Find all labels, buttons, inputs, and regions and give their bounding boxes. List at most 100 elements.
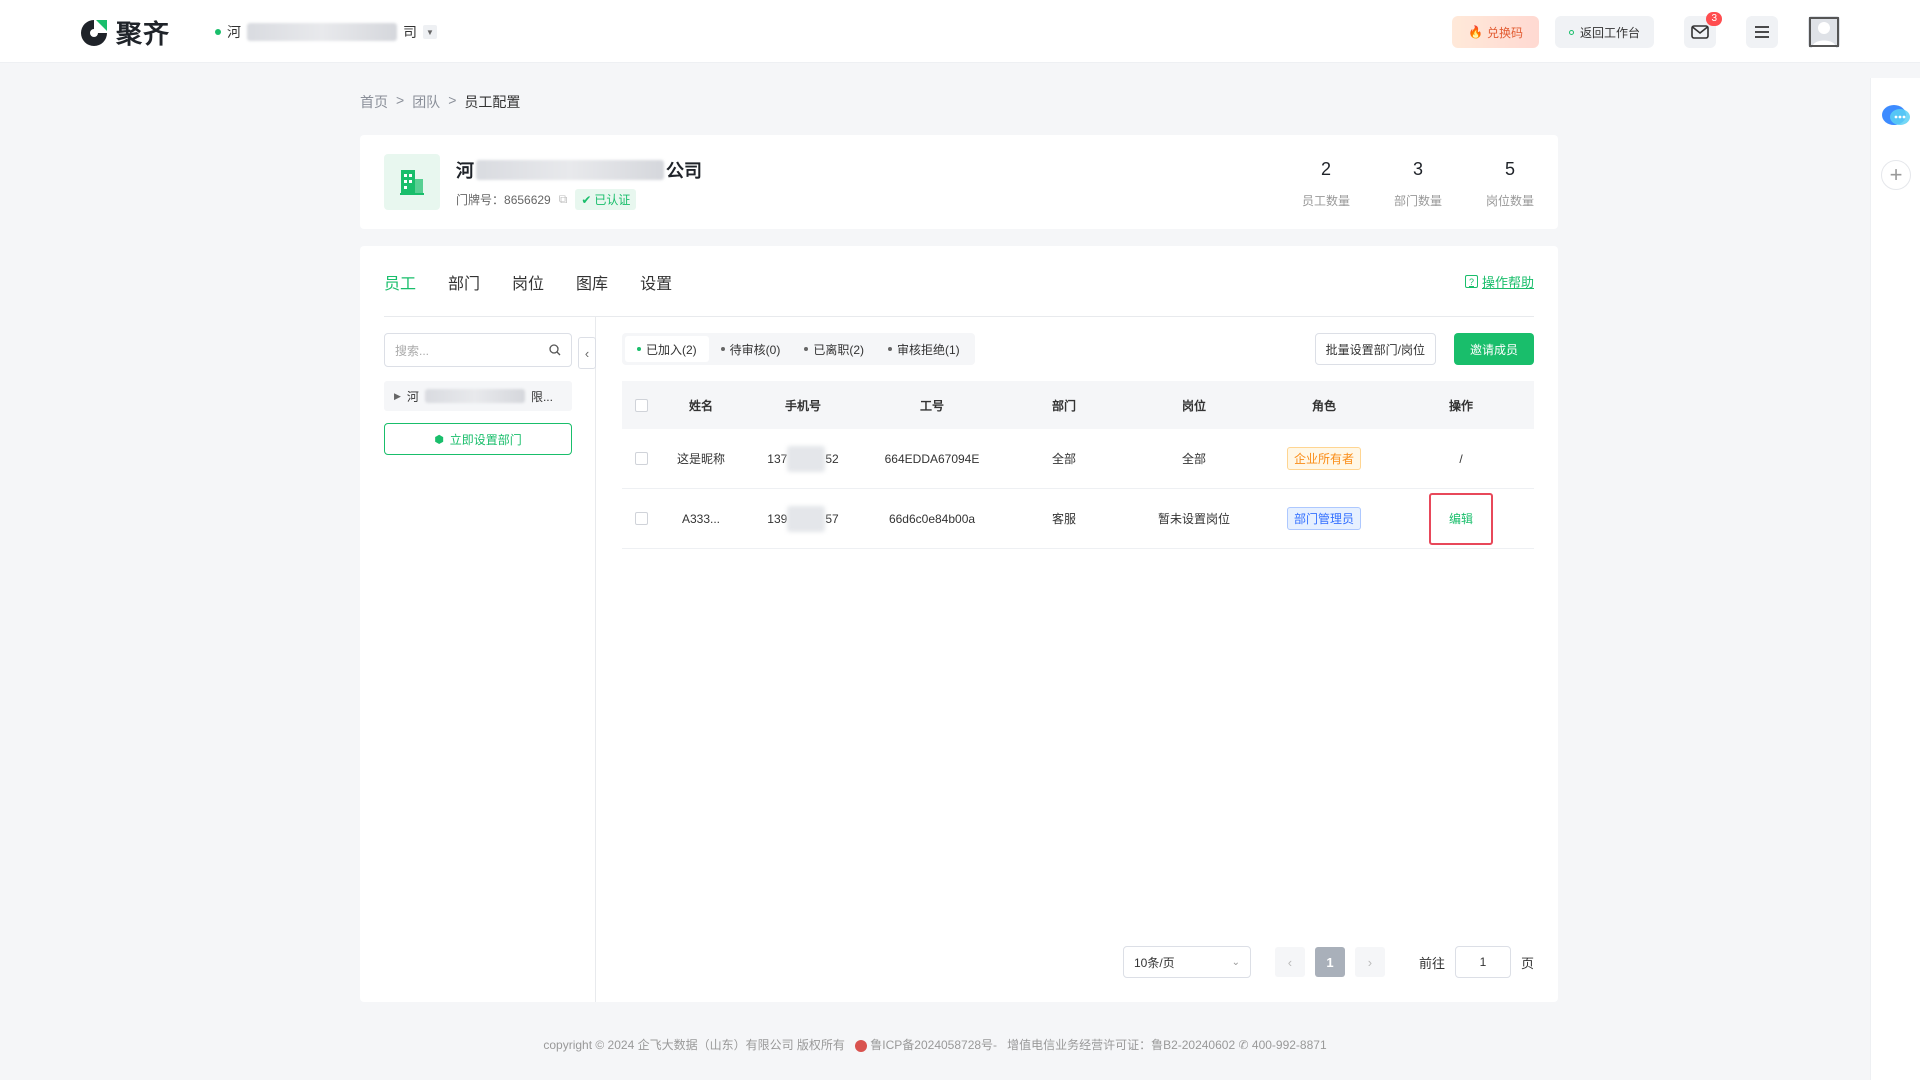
tab-positions[interactable]: 岗位 bbox=[512, 270, 544, 308]
verified-badge: ✔ 已认证 bbox=[575, 189, 637, 210]
tree-item-company[interactable]: ▶ 河 限... bbox=[384, 381, 572, 411]
redacted-phone bbox=[787, 505, 826, 532]
tree-item-suffix: 限... bbox=[530, 389, 553, 404]
column-header-name: 姓名 bbox=[688, 398, 713, 413]
company-name-suffix: 司 bbox=[403, 24, 417, 40]
dot-icon bbox=[1568, 29, 1574, 35]
table-header: 姓名 手机号 工号 部门 岗位 角色 操作 bbox=[622, 381, 1534, 429]
page-number-current[interactable]: 1 bbox=[1314, 947, 1345, 977]
tab-departments[interactable]: 部门 bbox=[448, 270, 480, 308]
next-page-button[interactable]: › bbox=[1354, 947, 1385, 977]
stat-value: 3 bbox=[1412, 159, 1423, 179]
select-all-checkbox[interactable] bbox=[634, 398, 648, 412]
add-button[interactable]: + bbox=[1881, 160, 1911, 190]
status-dot bbox=[888, 347, 893, 351]
cell-name: A333... bbox=[681, 511, 721, 526]
column-header-role: 角色 bbox=[1311, 398, 1336, 413]
stat-value: 2 bbox=[1320, 159, 1331, 179]
phone-icon: ✆ bbox=[1238, 1038, 1249, 1052]
stat-value: 5 bbox=[1504, 159, 1515, 179]
company-name-prefix: 河 bbox=[227, 24, 241, 40]
footer-phone: 400-992-8871 bbox=[1251, 1038, 1327, 1052]
phone-prefix: 137 bbox=[767, 451, 788, 466]
breadcrumb-home[interactable]: 首页 bbox=[360, 92, 388, 112]
department-icon: ⬢ bbox=[434, 433, 444, 446]
caret-right-icon: ▶ bbox=[394, 390, 401, 401]
page-size-select[interactable]: 10条/页 ⌄ bbox=[1122, 946, 1251, 978]
row-checkbox[interactable] bbox=[634, 452, 648, 465]
caret-down-icon: ▼ bbox=[423, 25, 437, 39]
copy-icon[interactable]: ⧉ bbox=[559, 192, 568, 207]
mail-button[interactable]: 3 bbox=[1684, 12, 1722, 48]
stat-label: 岗位数量 bbox=[1485, 194, 1534, 208]
company-name-prefix: 河 bbox=[456, 161, 474, 181]
department-search-input[interactable]: 搜索... bbox=[384, 333, 572, 367]
invite-member-button[interactable]: 邀请成员 bbox=[1454, 333, 1534, 365]
department-tree-panel: 搜索... ▶ 河 限... ⬢ 立即设置部门 bbox=[360, 317, 596, 1002]
set-department-button[interactable]: ⬢ 立即设置部门 bbox=[384, 423, 572, 455]
subtab-rejected[interactable]: 审核拒绝(1) bbox=[876, 336, 972, 362]
footer: copyright © 2024 企飞大数据（山东）有限公司 版权所有 鲁ICP… bbox=[0, 1036, 1870, 1053]
user-avatar[interactable] bbox=[1808, 16, 1840, 48]
tab-employees[interactable]: 员工 bbox=[384, 270, 416, 308]
role-tag-dept-manager: 部门管理员 bbox=[1286, 507, 1361, 530]
column-header-action: 操作 bbox=[1448, 398, 1473, 413]
tab-gallery[interactable]: 图库 bbox=[576, 270, 608, 308]
cell-phone: 139 57 bbox=[742, 505, 864, 532]
cell-employee-no: 66d6c0e84b00a bbox=[888, 511, 976, 526]
company-switcher[interactable]: 河 司 ▼ bbox=[215, 22, 437, 42]
tab-settings[interactable]: 设置 bbox=[640, 270, 672, 308]
police-badge-icon bbox=[854, 1039, 867, 1052]
goto-page-input[interactable]: 1 bbox=[1454, 946, 1511, 978]
company-info-card: 河 公司 门牌号：8656629 ⧉ ✔ 已认证 2 员工数量 3 部门数量 5… bbox=[360, 135, 1558, 229]
cell-phone: 137 52 bbox=[742, 445, 864, 472]
collapse-panel-button[interactable]: ‹ bbox=[578, 337, 596, 369]
edit-button[interactable]: 编辑 bbox=[1429, 492, 1493, 545]
tree-item-prefix: 河 bbox=[406, 389, 419, 404]
brand-name: 聚齐 bbox=[116, 19, 171, 49]
batch-set-button[interactable]: 批量设置部门/岗位 bbox=[1314, 333, 1436, 365]
column-header-phone: 手机号 bbox=[784, 398, 821, 413]
breadcrumb-team[interactable]: 团队 bbox=[412, 92, 440, 112]
row-checkbox[interactable] bbox=[634, 512, 648, 525]
menu-button[interactable] bbox=[1746, 16, 1778, 48]
chevron-left-icon: ‹ bbox=[1287, 954, 1293, 970]
cell-department: 客服 bbox=[1051, 512, 1076, 526]
subtab-pending[interactable]: 待审核(0) bbox=[709, 336, 793, 362]
user-avatar-icon bbox=[1808, 16, 1840, 48]
stat-position-count: 5 岗位数量 bbox=[1486, 159, 1534, 209]
main-tabs: 员工 部门 岗位 图库 设置 bbox=[384, 270, 672, 308]
chevron-right-icon: › bbox=[1367, 954, 1373, 970]
redacted-company-name bbox=[424, 389, 525, 403]
redeem-code-button[interactable]: 🔥 兑换码 bbox=[1452, 16, 1539, 48]
back-to-workbench-label: 返回工作台 bbox=[1579, 25, 1640, 40]
back-to-workbench-button[interactable]: 返回工作台 bbox=[1554, 16, 1654, 48]
search-placeholder: 搜索... bbox=[395, 343, 430, 358]
shield-check-icon: ✔ bbox=[581, 192, 592, 207]
cell-name: 这是昵称 bbox=[676, 452, 725, 466]
company-stats: 2 员工数量 3 部门数量 5 岗位数量 bbox=[1302, 159, 1534, 209]
status-dot bbox=[637, 347, 641, 351]
verified-label: 已认证 bbox=[594, 193, 631, 207]
breadcrumb-separator: > bbox=[396, 92, 405, 108]
brand-logo[interactable]: 聚齐 bbox=[78, 14, 170, 51]
chat-assistant-button[interactable] bbox=[1881, 101, 1911, 131]
subtab-label: 审核拒绝(1) bbox=[897, 342, 960, 357]
table-row: A333... 139 57 66d6c0e84b00a 客服 暂未设置岗位 部门… bbox=[622, 489, 1534, 549]
phone-suffix: 52 bbox=[825, 451, 839, 466]
prev-page-button[interactable]: ‹ bbox=[1274, 947, 1305, 977]
company-name-suffix: 公司 bbox=[666, 161, 702, 181]
question-icon: ? bbox=[1464, 275, 1478, 288]
cell-department: 全部 bbox=[1051, 452, 1076, 466]
plus-icon: + bbox=[1889, 162, 1903, 187]
subtab-joined[interactable]: 已加入(2) bbox=[625, 336, 709, 362]
help-link[interactable]: ? 操作帮助 bbox=[1464, 272, 1534, 291]
status-dot bbox=[720, 347, 725, 351]
company-meta: 门牌号：8656629 ⧉ ✔ 已认证 bbox=[456, 189, 637, 210]
subtab-left[interactable]: 已离职(2) bbox=[792, 336, 876, 362]
door-number-value: 8656629 bbox=[504, 193, 551, 207]
icp-link[interactable]: 鲁ICP备2024058728号- bbox=[870, 1038, 997, 1052]
phone-suffix: 57 bbox=[825, 511, 839, 526]
employee-table: 姓名 手机号 工号 部门 岗位 角色 操作 这是昵称 137 52 664EDDA… bbox=[622, 381, 1534, 549]
pagination: 10条/页 ⌄ ‹ 1 › 前往 1 页 bbox=[1122, 946, 1534, 978]
